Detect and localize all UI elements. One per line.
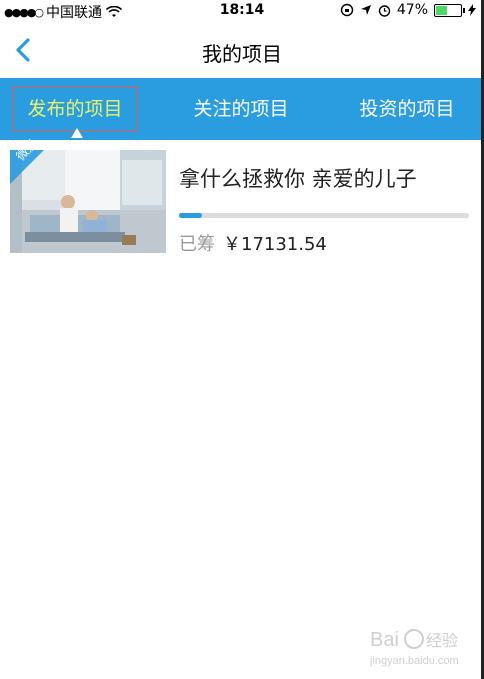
status-bar: ●●●●○ 中国联通 18:14 47% xyxy=(0,0,484,22)
battery-percent: 47% xyxy=(396,2,428,18)
svg-text:Bai: Bai xyxy=(370,629,399,651)
rotation-lock-icon xyxy=(340,3,354,17)
raised-summary: 已筹 ￥17131.54 xyxy=(179,230,327,256)
battery-icon xyxy=(434,3,465,17)
nav-bar: 我的项目 xyxy=(0,22,484,78)
active-tab-indicator xyxy=(71,128,83,138)
charging-icon xyxy=(468,4,476,16)
project-title[interactable]: 拿什么拯救你 亲爱的儿子 xyxy=(179,163,417,193)
svg-text:jingyan.baidu.com: jingyan.baidu.com xyxy=(370,655,459,667)
project-thumbnail xyxy=(10,150,166,253)
baidu-watermark-logo: Bai 经验 jingyan.baidu.com xyxy=(370,629,459,667)
location-icon xyxy=(360,5,371,15)
svg-text:经验: 经验 xyxy=(426,631,458,650)
raised-label: 已筹 xyxy=(179,234,215,255)
tab-invested[interactable]: 投资的项目 xyxy=(342,78,472,140)
funding-progress xyxy=(179,213,469,218)
alarm-icon xyxy=(378,4,391,17)
raised-amount: ￥17131.54 xyxy=(223,234,327,255)
tab-followed[interactable]: 关注的项目 xyxy=(176,78,306,140)
page-title: 我的项目 xyxy=(202,42,282,66)
